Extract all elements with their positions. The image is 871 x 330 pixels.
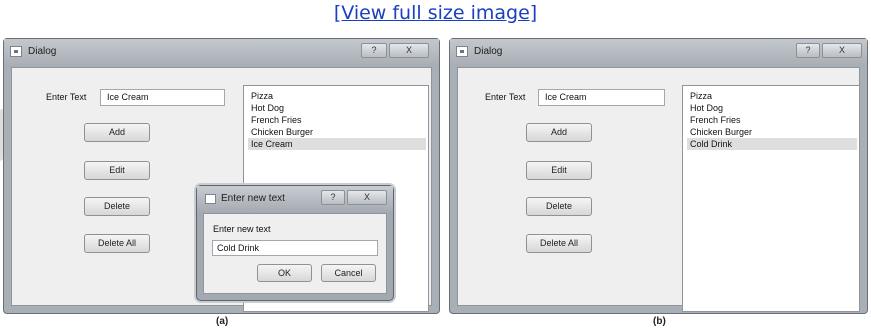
add-button[interactable]: Add bbox=[84, 123, 150, 142]
enter-text-label: Enter Text bbox=[46, 92, 87, 102]
list-item[interactable]: Chicken Burger bbox=[687, 126, 857, 138]
new-text-input[interactable]: Cold Drink bbox=[212, 240, 378, 256]
edit-button[interactable]: Edit bbox=[84, 161, 150, 180]
caption-a: (a) bbox=[216, 316, 229, 327]
modal-client-area: Enter new text Cold Drink OK Cancel bbox=[203, 213, 387, 294]
new-text-prompt: Enter new text bbox=[213, 224, 271, 234]
list-item[interactable]: Hot Dog bbox=[248, 102, 426, 114]
edit-button[interactable]: Edit bbox=[526, 161, 592, 180]
window-icon bbox=[10, 46, 22, 57]
delete-all-button[interactable]: Delete All bbox=[526, 234, 592, 253]
modal-title: Enter new text bbox=[221, 193, 285, 204]
ok-button[interactable]: OK bbox=[257, 264, 312, 282]
enter-text-input[interactable]: Ice Cream bbox=[538, 89, 665, 106]
list-item[interactable]: Pizza bbox=[248, 90, 426, 102]
list-item[interactable]: Chicken Burger bbox=[248, 126, 426, 138]
items-list[interactable]: Pizza Hot Dog French Fries Chicken Burge… bbox=[682, 85, 860, 312]
cancel-button[interactable]: Cancel bbox=[321, 264, 376, 282]
enter-new-text-dialog: Enter new text ? X Enter new text Cold D… bbox=[196, 185, 394, 301]
enter-text-label: Enter Text bbox=[485, 92, 526, 102]
modal-help-button[interactable]: ? bbox=[321, 190, 345, 205]
close-button[interactable]: X bbox=[389, 43, 429, 58]
enter-text-input[interactable]: Ice Cream bbox=[100, 89, 225, 106]
window-title: Dialog bbox=[474, 46, 503, 57]
help-button[interactable]: ? bbox=[796, 43, 820, 58]
modal-window-icon bbox=[205, 194, 216, 204]
help-button[interactable]: ? bbox=[361, 43, 387, 58]
caption-b: (b) bbox=[653, 316, 666, 327]
list-item-selected[interactable]: Cold Drink bbox=[687, 138, 857, 150]
titlebar: Dialog ? X bbox=[4, 39, 439, 67]
view-full-size-link[interactable]: [View full size image] bbox=[0, 2, 871, 24]
list-item[interactable]: Hot Dog bbox=[687, 102, 857, 114]
delete-button[interactable]: Delete bbox=[84, 197, 150, 216]
delete-all-button[interactable]: Delete All bbox=[84, 234, 150, 253]
window-icon bbox=[456, 46, 468, 57]
list-item[interactable]: French Fries bbox=[687, 114, 857, 126]
dialog-window-b: Dialog ? X Enter Text Ice Cream Add Edit… bbox=[449, 38, 868, 314]
list-item[interactable]: Pizza bbox=[687, 90, 857, 102]
titlebar: Dialog ? X bbox=[450, 39, 867, 67]
modal-close-button[interactable]: X bbox=[347, 190, 387, 205]
list-item[interactable]: French Fries bbox=[248, 114, 426, 126]
dialog-client-area: Enter Text Ice Cream Add Edit Delete Del… bbox=[457, 67, 860, 312]
list-item-selected[interactable]: Ice Cream bbox=[248, 138, 426, 150]
delete-button[interactable]: Delete bbox=[526, 197, 592, 216]
window-title: Dialog bbox=[28, 46, 57, 57]
add-button[interactable]: Add bbox=[526, 123, 592, 142]
close-button[interactable]: X bbox=[822, 43, 862, 58]
modal-titlebar: Enter new text ? X bbox=[197, 186, 393, 212]
